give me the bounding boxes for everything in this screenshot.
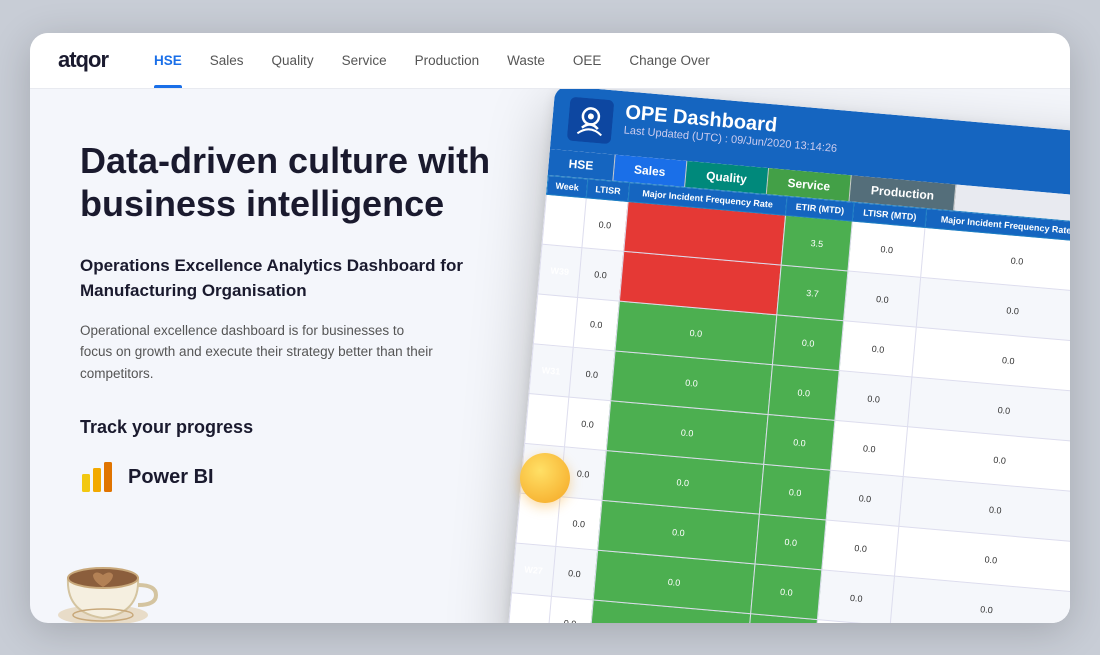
cell-ltisr-mtd: 0.0 bbox=[827, 470, 904, 526]
powerbi-icon bbox=[80, 460, 116, 496]
cell-ltisr: 0.0 bbox=[564, 397, 610, 450]
cell-etir: 0.0 bbox=[759, 464, 831, 520]
cell-week: W28 bbox=[507, 592, 551, 622]
nav-item-service[interactable]: Service bbox=[328, 33, 401, 89]
db-table-area: Week LTISR Major Incident Frequency Rate… bbox=[507, 174, 1070, 622]
right-panel: OPE Dashboard Last Updated (UTC) : 09/Ju… bbox=[500, 89, 1070, 623]
nav-item-quality[interactable]: Quality bbox=[258, 33, 328, 89]
cell-ltisr-mtd: 0.0 bbox=[835, 370, 912, 426]
cell-ltisr: 0.0 bbox=[556, 496, 602, 549]
cell-etir: 0.0 bbox=[768, 364, 840, 420]
dashboard-card: OPE Dashboard Last Updated (UTC) : 09/Ju… bbox=[507, 89, 1070, 623]
nav-item-sales[interactable]: Sales bbox=[196, 33, 258, 89]
powerbi-row: Power BI bbox=[80, 460, 500, 496]
cell-etir: 0.0 bbox=[751, 563, 823, 619]
nav-item-waste[interactable]: Waste bbox=[493, 33, 559, 89]
cell-etir: 0.0 bbox=[764, 414, 836, 470]
cell-ltisr-mtd: 0.0 bbox=[818, 569, 895, 622]
track-label: Track your progress bbox=[80, 417, 500, 438]
powerbi-label: Power BI bbox=[128, 466, 214, 489]
cell-week: W39 bbox=[538, 244, 582, 297]
nav-item-changeover[interactable]: Change Over bbox=[615, 33, 723, 89]
cell-etir: 3.5 bbox=[781, 215, 853, 271]
dashboard-icon bbox=[567, 96, 615, 144]
cell-ltisr-mtd: 0.0 bbox=[844, 270, 921, 326]
cell-ltisr-mtd: 0.0 bbox=[831, 420, 908, 476]
main-content: Data-driven culture with business intell… bbox=[30, 89, 1070, 623]
cell-etir: 3.7 bbox=[777, 265, 849, 321]
nav-menu: HSE Sales Quality Service Production Was… bbox=[140, 33, 724, 89]
cell-week: W27 bbox=[512, 543, 556, 596]
cell-etir: 0.0 bbox=[755, 514, 827, 570]
main-card: atqor HSE Sales Quality Service Producti… bbox=[30, 33, 1070, 623]
nav-item-hse[interactable]: HSE bbox=[140, 33, 196, 89]
nav-item-oee[interactable]: OEE bbox=[559, 33, 616, 89]
logo[interactable]: atqor bbox=[58, 47, 108, 73]
hero-description: Operational excellence dashboard is for … bbox=[80, 320, 440, 385]
cell-ltisr-mtd: 0.0 bbox=[822, 520, 899, 576]
cell-ltisr: 0.0 bbox=[551, 546, 597, 599]
cell-week: W31 bbox=[529, 343, 573, 396]
cell-week: W30 bbox=[533, 293, 577, 346]
yellow-bubble bbox=[520, 453, 570, 503]
coffee-cup bbox=[48, 523, 158, 623]
cell-ltisr: 0.0 bbox=[573, 297, 619, 350]
cell-ltisr: 0.0 bbox=[547, 596, 593, 623]
main-table: Week LTISR Major Incident Frequency Rate… bbox=[507, 174, 1070, 622]
cell-week: W24 bbox=[525, 393, 569, 446]
cell-ltisr-mtd: 0.0 bbox=[848, 221, 925, 277]
hero-subtitle: Operations Excellence Analytics Dashboar… bbox=[80, 253, 500, 304]
hero-title: Data-driven culture with business intell… bbox=[80, 139, 500, 225]
cell-ltisr: 0.0 bbox=[569, 347, 615, 400]
cell-ltisr-mtd: 0.0 bbox=[840, 320, 917, 376]
navbar: atqor HSE Sales Quality Service Producti… bbox=[30, 33, 1070, 89]
cell-ltisr: 0.0 bbox=[577, 247, 623, 300]
cell-ltisr: 0.0 bbox=[582, 197, 628, 250]
cell-etir: 0.0 bbox=[772, 314, 844, 370]
cell-week: W29 bbox=[542, 194, 586, 247]
nav-item-production[interactable]: Production bbox=[401, 33, 494, 89]
